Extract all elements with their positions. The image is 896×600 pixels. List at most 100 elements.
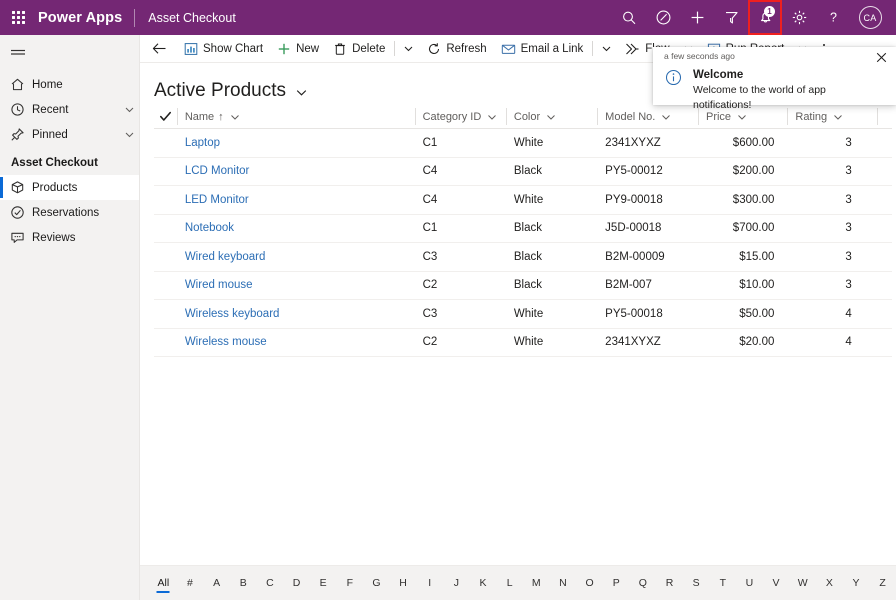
alpha-filter-hash[interactable]: # (177, 572, 204, 594)
alpha-filter-d[interactable]: D (283, 572, 310, 594)
alpha-filter-all[interactable]: All (150, 572, 177, 594)
table-row[interactable]: Laptop C1 White 2341XYXZ $600.00 3 (154, 129, 892, 158)
alpha-filter-h[interactable]: H (390, 572, 417, 594)
alpha-filter-g[interactable]: G (363, 572, 390, 594)
email-overflow-chevron[interactable] (595, 35, 618, 62)
app-name-label[interactable]: Asset Checkout (148, 11, 236, 25)
settings-button[interactable] (782, 0, 816, 35)
filter-button[interactable] (714, 0, 748, 35)
back-button[interactable] (140, 35, 177, 62)
alpha-filter-j[interactable]: J (443, 572, 470, 594)
sidebar-toggle-button[interactable] (0, 38, 139, 66)
product-link[interactable]: Wireless mouse (185, 336, 267, 348)
alpha-filter-z[interactable]: Z (869, 572, 896, 594)
alpha-filter-r[interactable]: R (656, 572, 683, 594)
product-link[interactable]: LCD Monitor (185, 165, 250, 177)
row-select-checkbox[interactable] (154, 243, 177, 272)
sidebar-item-products[interactable]: Products (0, 175, 139, 200)
close-notification-button[interactable] (874, 51, 889, 67)
chevron-down-icon[interactable] (661, 112, 671, 122)
sidebar-item-pinned[interactable]: Pinned (0, 122, 139, 147)
row-select-checkbox[interactable] (154, 300, 177, 329)
column-header-color[interactable]: Color (505, 105, 597, 129)
notifications-button[interactable]: 1 (748, 0, 782, 35)
alpha-filter-l[interactable]: L (496, 572, 523, 594)
alpha-filter-c[interactable]: C (257, 572, 284, 594)
notification-title: Welcome (693, 69, 744, 81)
new-button[interactable]: New (270, 35, 326, 62)
sidebar-item-reservations[interactable]: Reservations (0, 200, 139, 225)
cell-value: White (513, 193, 544, 206)
show-chart-button[interactable]: Show Chart (177, 35, 270, 62)
column-header-name[interactable]: Name ↑ (176, 105, 415, 129)
product-link[interactable]: Notebook (185, 222, 234, 234)
diagnostics-button[interactable] (646, 0, 680, 35)
alpha-filter-q[interactable]: Q (630, 572, 657, 594)
delete-button[interactable]: Delete (326, 35, 392, 62)
alpha-filter-b[interactable]: B (230, 572, 257, 594)
chevron-down-icon[interactable] (119, 129, 139, 140)
alpha-filter-k[interactable]: K (470, 572, 497, 594)
avatar: CA (858, 6, 882, 29)
sidebar-item-reviews[interactable]: Reviews (0, 225, 139, 250)
row-select-checkbox[interactable] (154, 328, 177, 357)
alpha-filter-n[interactable]: N (550, 572, 577, 594)
chevron-down-icon[interactable] (119, 104, 139, 115)
refresh-button[interactable]: Refresh (420, 35, 493, 62)
table-row[interactable]: Wireless keyboard C3 White PY5-00018 $50.00 4 (154, 300, 892, 329)
plus-icon (691, 11, 703, 24)
cell-category-id: C1 (415, 214, 506, 243)
alpha-filter-y[interactable]: Y (843, 572, 870, 594)
sidebar-item-recent[interactable]: Recent (0, 97, 139, 122)
user-avatar-button[interactable]: CA (850, 0, 890, 35)
chevron-down-icon[interactable] (737, 112, 747, 122)
row-select-checkbox[interactable] (154, 157, 177, 186)
table-row[interactable]: Notebook C1 Black J5D-00018 $700.00 3 (154, 214, 892, 243)
table-row[interactable]: Wired keyboard C3 Black B2M-00009 $15.00 3 (154, 243, 892, 272)
alpha-filter-w[interactable]: W (789, 572, 816, 594)
product-link[interactable]: LED Monitor (185, 194, 249, 206)
sidebar-item-home[interactable]: Home (0, 72, 139, 97)
chevron-down-icon[interactable] (487, 112, 497, 122)
row-select-checkbox[interactable] (154, 186, 177, 215)
alpha-filter-t[interactable]: T (709, 572, 736, 594)
row-select-checkbox[interactable] (154, 214, 177, 243)
product-link[interactable]: Wired keyboard (185, 251, 266, 263)
email-a-link-button[interactable]: Email a Link (494, 35, 591, 62)
alpha-filter-x[interactable]: X (816, 572, 843, 594)
product-link[interactable]: Wireless keyboard (185, 308, 280, 320)
pin-icon (10, 127, 32, 142)
table-row[interactable]: LED Monitor C4 White PY9-00018 $300.00 3 (154, 186, 892, 215)
table-row[interactable]: Wired mouse C2 Black B2M-007 $10.00 3 (154, 271, 892, 300)
alpha-filter-m[interactable]: M (523, 572, 550, 594)
cell-color: White (506, 129, 597, 158)
alpha-filter-p[interactable]: P (603, 572, 630, 594)
column-header-category-id[interactable]: Category ID (414, 105, 506, 129)
waffle-icon (11, 11, 25, 24)
brand-title[interactable]: Power Apps (38, 10, 122, 26)
alpha-filter-i[interactable]: I (416, 572, 443, 594)
delete-overflow-chevron[interactable] (397, 35, 420, 62)
select-all-checkbox[interactable] (154, 105, 177, 129)
alpha-filter-a[interactable]: A (203, 572, 230, 594)
row-select-checkbox[interactable] (154, 271, 177, 300)
product-link[interactable]: Laptop (185, 137, 220, 149)
help-button[interactable]: ? (816, 0, 850, 35)
chevron-down-icon[interactable] (833, 112, 843, 122)
table-row[interactable]: Wireless mouse C2 White 2341XYXZ $20.00 4 (154, 328, 892, 357)
view-selector-chevron-icon[interactable] (295, 83, 308, 99)
alpha-filter-s[interactable]: S (683, 572, 710, 594)
chevron-down-icon[interactable] (546, 112, 556, 122)
alpha-filter-u[interactable]: U (736, 572, 763, 594)
row-select-checkbox[interactable] (154, 129, 177, 158)
product-link[interactable]: Wired mouse (185, 279, 253, 291)
table-row[interactable]: LCD Monitor C4 Black PY5-00012 $200.00 3 (154, 157, 892, 186)
search-button[interactable] (612, 0, 646, 35)
alpha-filter-f[interactable]: F (336, 572, 363, 594)
app-launcher-button[interactable] (0, 0, 36, 35)
chevron-down-icon[interactable] (230, 112, 240, 122)
alpha-filter-e[interactable]: E (310, 572, 337, 594)
alpha-filter-v[interactable]: V (763, 572, 790, 594)
new-button[interactable] (680, 0, 714, 35)
alpha-filter-o[interactable]: O (576, 572, 603, 594)
